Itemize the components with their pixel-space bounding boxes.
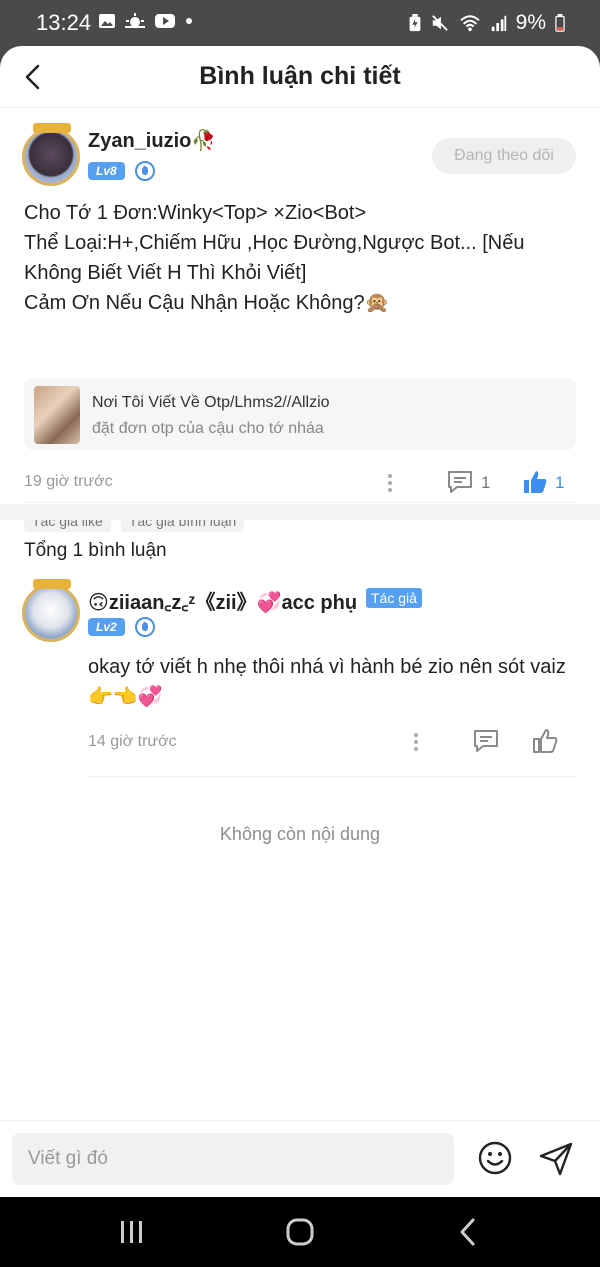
story-subtitle: đặt đơn otp của cậu cho tớ nháa bbox=[92, 420, 324, 437]
status-time: 13:24 bbox=[36, 10, 92, 35]
comment-time: 14 giờ trước bbox=[88, 733, 177, 750]
section-divider bbox=[0, 504, 600, 520]
writer-badge-icon bbox=[33, 123, 71, 133]
comment-more-options-icon[interactable] bbox=[413, 731, 419, 753]
comment-icon[interactable] bbox=[447, 470, 473, 494]
writer-badge-icon bbox=[33, 579, 71, 589]
post-line: Cho Tớ 1 Đơn:Winky<Top> ×Zio<Bot> bbox=[24, 202, 367, 224]
reply-icon[interactable] bbox=[473, 729, 499, 753]
wifi-icon bbox=[459, 15, 480, 32]
youtube-icon bbox=[155, 14, 175, 28]
medal-icon bbox=[135, 617, 155, 637]
avatar[interactable] bbox=[22, 123, 80, 186]
linked-story-card[interactable]: Nơi Tôi Viết Về Otp/Lhms2//Allzio đặt đơ… bbox=[24, 378, 576, 450]
page-title: Bình luận chi tiết bbox=[199, 62, 401, 90]
medal-icon bbox=[135, 161, 155, 181]
story-thumbnail bbox=[34, 386, 80, 444]
divider bbox=[88, 776, 576, 777]
dot-icon bbox=[186, 18, 192, 24]
author-badge: Tác giả bbox=[366, 588, 422, 608]
battery-saver-icon bbox=[409, 14, 421, 32]
battery-percent: 9% bbox=[515, 11, 546, 34]
mute-icon bbox=[431, 15, 448, 31]
recent-apps-icon[interactable] bbox=[118, 1217, 146, 1247]
commenter-avatar[interactable] bbox=[22, 579, 80, 642]
commenter-username[interactable]: 🙃ziiaan꜀z꜀ᶻ《zii》💞acc phụ bbox=[88, 586, 357, 615]
level-badge: Lv2 bbox=[88, 618, 125, 636]
status-right-icons: 9% bbox=[408, 11, 566, 35]
comments-total: Tổng 1 bình luận bbox=[24, 540, 167, 561]
comment-count: 1 bbox=[481, 473, 491, 492]
status-bar: 13:24 9% bbox=[0, 0, 600, 46]
post-line: Cảm Ơn Nếu Cậu Nhận Hoặc Không?🙊 bbox=[24, 292, 390, 314]
post-username[interactable]: Zyan_iuzio🥀 bbox=[88, 128, 216, 153]
gallery-icon bbox=[99, 14, 115, 28]
battery-icon bbox=[555, 14, 565, 32]
follow-button[interactable]: Đang theo dõi bbox=[432, 138, 576, 174]
send-icon[interactable] bbox=[538, 1141, 574, 1177]
story-title: Nơi Tôi Viết Về Otp/Lhms2//Allzio bbox=[92, 394, 330, 411]
comment-like-icon[interactable] bbox=[532, 728, 558, 754]
comment-text: okay tớ viết h nhẹ thôi nhá vì hành bé z… bbox=[88, 656, 566, 708]
emoji-icon[interactable] bbox=[478, 1141, 512, 1175]
level-badge: Lv8 bbox=[88, 162, 125, 180]
header: Bình luận chi tiết bbox=[0, 46, 600, 108]
post-body: Cho Tớ 1 Đơn:Winky<Top> ×Zio<Bot> Thể Lo… bbox=[24, 198, 564, 318]
comment-input[interactable] bbox=[12, 1133, 454, 1185]
back-nav-icon[interactable] bbox=[456, 1217, 480, 1247]
home-icon[interactable] bbox=[284, 1217, 316, 1247]
like-count: 1 bbox=[555, 473, 565, 492]
post-line: Thể Loại:H+,Chiếm Hữu ,Học Đường,Ngược B… bbox=[24, 232, 525, 284]
end-of-content-label: Không còn nội dung bbox=[219, 824, 381, 844]
divider bbox=[24, 502, 576, 503]
status-left-icons bbox=[98, 12, 194, 30]
post-time: 19 giờ trước bbox=[24, 473, 113, 490]
weather-icon bbox=[125, 13, 145, 28]
comment-input-bar bbox=[0, 1120, 600, 1197]
like-icon[interactable] bbox=[522, 469, 548, 495]
signal-icon bbox=[491, 15, 506, 32]
more-options-icon[interactable] bbox=[387, 472, 393, 494]
comment-detail-sheet: Bình luận chi tiết Zyan_iuzio🥀 Lv8 Đang … bbox=[0, 46, 600, 1197]
system-nav-bar bbox=[0, 1197, 600, 1267]
